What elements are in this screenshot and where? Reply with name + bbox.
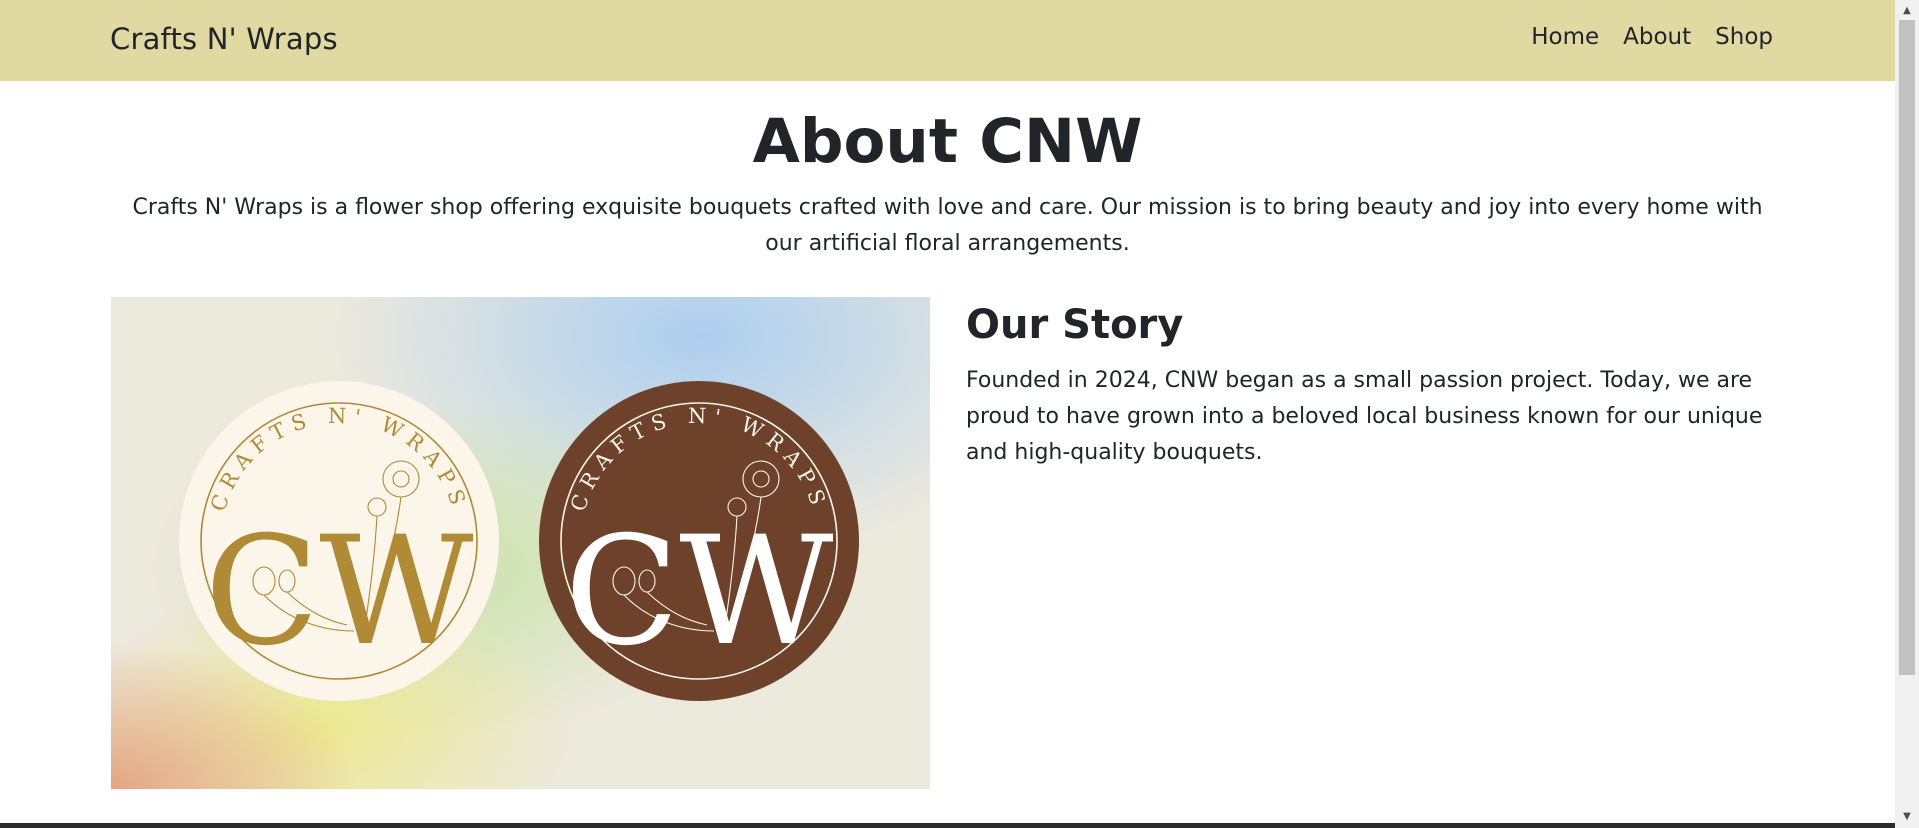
scroll-down-arrow-icon[interactable]: ▼: [1895, 808, 1919, 826]
story-text: Founded in 2024, CNW began as a small pa…: [966, 368, 1763, 465]
brand-link[interactable]: Crafts N' Wraps: [110, 22, 338, 56]
intro-text: Crafts N' Wraps is a flower shop offerin…: [132, 195, 1763, 256]
vertical-scrollbar[interactable]: ▲ ▼: [1895, 0, 1919, 828]
logo-brown: CRAFTS N' WRAPS CW: [539, 381, 859, 701]
story-heading: Our Story: [966, 302, 1184, 348]
nav-link-home[interactable]: Home: [1531, 24, 1599, 50]
hero-image: CRAFTS N' WRAPS CW CRAFTS N' WRAPS CW: [111, 297, 930, 789]
scroll-thumb[interactable]: [1899, 20, 1915, 675]
page-title: About CNW: [752, 106, 1143, 177]
nav-link-shop[interactable]: Shop: [1715, 24, 1773, 50]
nav-link-about[interactable]: About: [1623, 24, 1691, 50]
footer-edge: [0, 823, 1895, 828]
page: Crafts N' Wraps Home About Shop About CN…: [0, 0, 1919, 828]
svg-text:CW: CW: [205, 505, 474, 679]
svg-text:CW: CW: [565, 505, 834, 679]
navbar: Crafts N' Wraps Home About Shop: [0, 0, 1895, 81]
logo-cream: CRAFTS N' WRAPS CW: [179, 381, 499, 701]
nav-links: Home About Shop: [1531, 24, 1773, 50]
scroll-up-arrow-icon[interactable]: ▲: [1895, 2, 1919, 20]
story-section: Our Story Founded in 2024, CNW began as …: [966, 297, 1786, 471]
